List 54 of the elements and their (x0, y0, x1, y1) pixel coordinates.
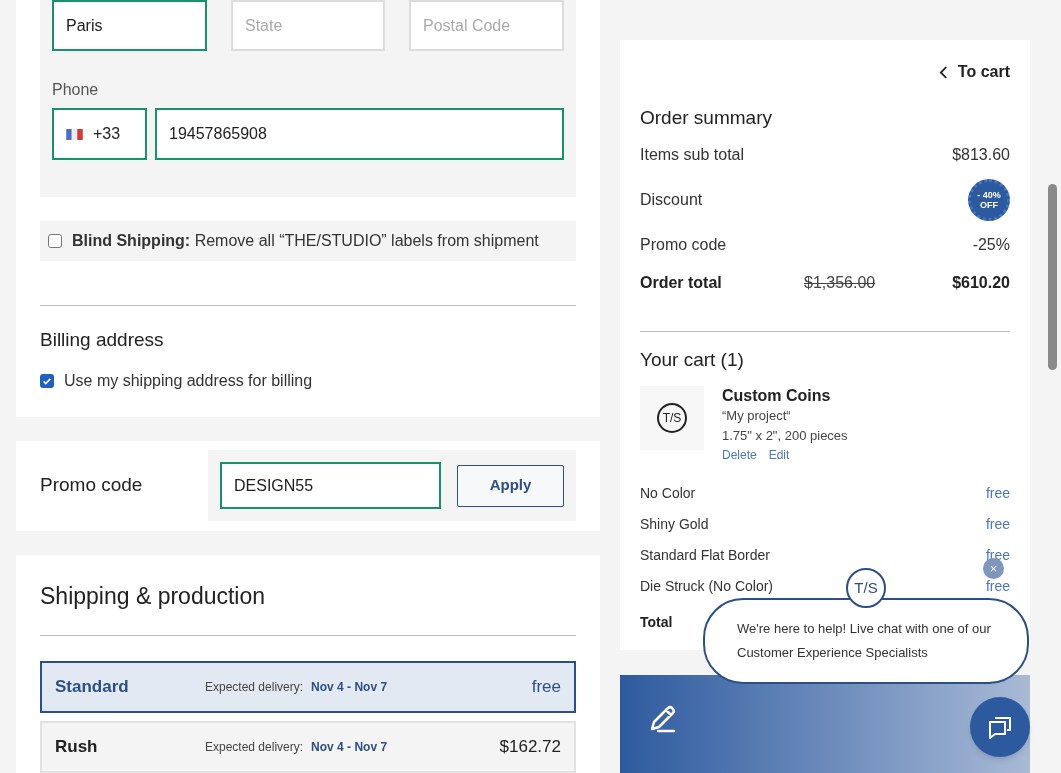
option-price: free (985, 484, 1010, 503)
billing-checkbox[interactable] (40, 373, 54, 388)
original-total: $1,356.00 (804, 272, 876, 293)
option-label: Standard Flat Border (640, 546, 770, 565)
shipping-option[interactable]: Rush Expected delivery: Nov 4 - Nov 7 $162.72 (40, 721, 576, 773)
delivery-label: Expected delivery: (205, 679, 304, 696)
summary-label: Items sub total (640, 145, 745, 165)
summary-value: -25% (972, 235, 1010, 255)
summary-value: $813.60 (952, 145, 1010, 165)
product-size: 1.75" x 2", 200 pieces (722, 427, 848, 445)
chevron-left-icon (938, 65, 948, 79)
shipping-option-name: Standard (55, 676, 130, 699)
to-cart-link[interactable]: To cart (938, 60, 1010, 84)
city-field[interactable]: Paris (52, 0, 207, 51)
delivery-dates: Nov 4 - Nov 7 (311, 739, 388, 756)
cart-total-label: Total (640, 613, 673, 632)
shipping-option[interactable]: Standard Expected delivery: Nov 4 - Nov 7 free (40, 661, 576, 713)
shipping-title: Shipping & production (40, 581, 267, 611)
item-action-link[interactable]: Delete (722, 446, 757, 464)
shipping-price: free (531, 676, 561, 699)
summary-label: Promo code (640, 235, 727, 255)
chat-message: We're here to help! Live chat with one of our Customer Experience Specialists (737, 620, 992, 662)
phone-label: Phone (52, 80, 100, 100)
billing-checkbox-label: Use my shipping address for billing (64, 370, 313, 391)
project-name: “My project“ (722, 407, 792, 425)
order-total-value: $610.20 (952, 272, 1010, 293)
logo-badge: T/S (657, 403, 687, 433)
shipping-option-name: Rush (55, 736, 99, 759)
promo-code-label: Promo code (40, 473, 143, 498)
option-price: free (985, 515, 1010, 534)
phone-field[interactable]: 19457865908 (155, 108, 564, 160)
summary-label: Discount (640, 190, 703, 210)
promo-code-field[interactable]: DESIGN55 (220, 462, 441, 509)
option-label: Shiny Gold (640, 515, 709, 534)
option-price: free (985, 577, 1010, 596)
country-code-select[interactable]: +33 (52, 108, 147, 160)
order-summary-title: Order summary (640, 106, 773, 130)
blind-shipping-label: Blind Shipping: Remove all “THE/STUDIO” labels from shipment (72, 231, 539, 251)
state-field[interactable]: State (231, 0, 385, 51)
order-total-label: Order total (640, 272, 723, 293)
delivery-dates: Nov 4 - Nov 7 (311, 679, 388, 696)
product-name: Custom Coins (722, 386, 832, 406)
apply-button[interactable]: Apply (457, 464, 564, 507)
flag-icon (66, 128, 83, 140)
cart-title: Your cart (1) (640, 347, 745, 372)
discount-badge: - 40% OFF (968, 179, 1010, 221)
option-label: No Color (640, 484, 696, 503)
postal-code-field[interactable]: Postal Code (409, 0, 564, 51)
blind-shipping-checkbox[interactable] (48, 234, 62, 248)
delivery-label: Expected delivery: (205, 739, 304, 756)
option-label: Die Struck (No Color) (640, 577, 774, 596)
item-action-link[interactable]: Edit (768, 446, 790, 464)
billing-title: Billing address (40, 328, 165, 352)
shipping-price: $162.72 (499, 736, 561, 759)
